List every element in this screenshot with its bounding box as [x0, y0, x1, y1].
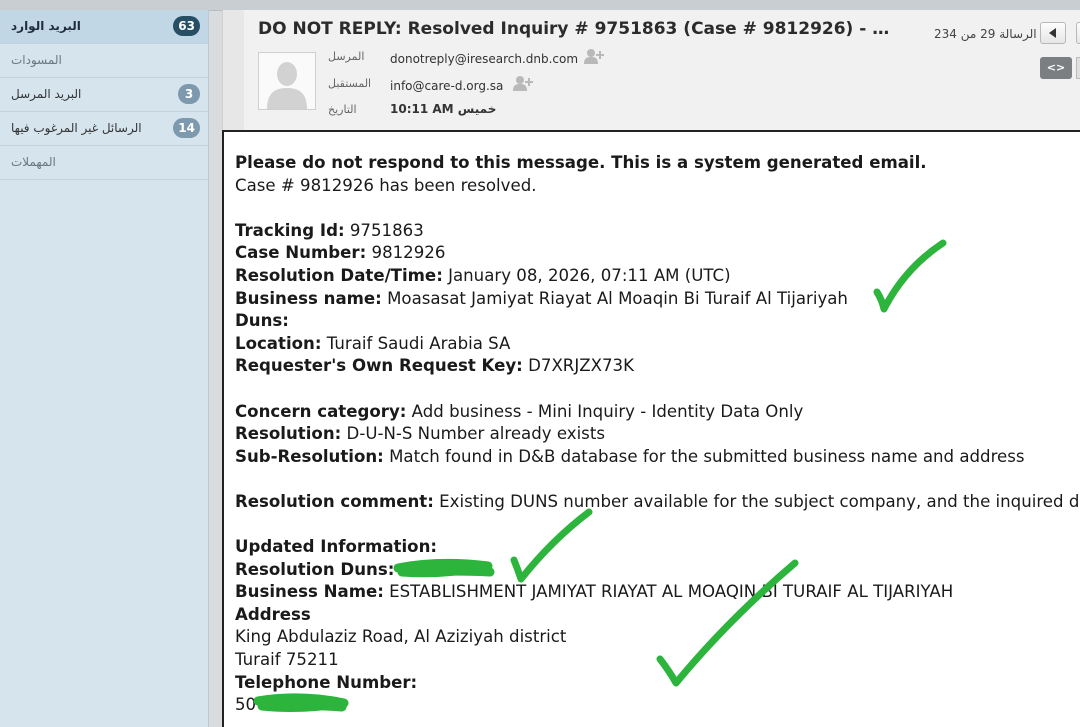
field-value: D-U-N-S Number already exists: [341, 424, 605, 444]
case-number-line: Case Number: 9812926: [235, 242, 1080, 265]
intro-line: Case # 9812926 has been resolved.: [235, 175, 537, 195]
concern-category-line: Concern category: Add business - Mini In…: [235, 401, 1080, 424]
resolution-date-line: Resolution Date/Time: January 08, 2026, …: [235, 265, 1080, 288]
field-label: Tracking Id:: [235, 220, 345, 240]
previous-message-button[interactable]: [1040, 22, 1066, 44]
folder-sent[interactable]: البريد المرسل 3: [0, 78, 208, 112]
toolbar-button-partial[interactable]: [1076, 57, 1080, 79]
address-heading: Address: [235, 604, 311, 624]
field-value: D7XRJZX73K: [522, 356, 634, 376]
folder-label: المهملات: [11, 155, 56, 169]
resolution-duns-line: Resolution Duns: 98: [235, 559, 1080, 582]
field-value: Turaif Saudi Arabia SA: [321, 333, 511, 353]
notice-heading: Please do not respond to this message. T…: [235, 153, 927, 172]
add-contact-icon[interactable]: [583, 48, 605, 64]
field-label: Location:: [235, 333, 322, 353]
resolution-line: Resolution: D-U-N-S Number already exist…: [235, 423, 1080, 446]
date-value: 10:11 AM خميس: [390, 102, 497, 116]
folder-sidebar: البريد الوارد 63 المسودات البريد المرسل …: [0, 10, 209, 727]
field-label: Resolution Duns:: [235, 559, 395, 579]
message-subject: DO NOT REPLY: Resolved Inquiry # 9751863…: [258, 19, 898, 39]
field-value: Add business - Mini Inquiry - Identity D…: [406, 401, 804, 421]
resolution-comment-line: Resolution comment: Existing DUNS number…: [235, 491, 1080, 514]
arrow-left-icon: [1049, 28, 1056, 38]
field-value: Moasasat Jamiyat Riayat Al Moaqin Bi Tur…: [381, 288, 848, 308]
folder-label: البريد الوارد: [11, 19, 81, 33]
field-value: ESTABLISHMENT JAMIYAT RIAYAT AL MOAQIN B…: [383, 582, 954, 602]
field-label: Resolution:: [235, 424, 342, 444]
field-label: Business name:: [235, 288, 382, 308]
request-key-line: Requester's Own Request Key: D7XRJZX73K: [235, 355, 1080, 378]
sub-resolution-line: Sub-Resolution: Match found in D&B datab…: [235, 446, 1080, 469]
folder-drafts[interactable]: المسودات: [0, 44, 208, 78]
field-label: Sub-Resolution:: [235, 446, 384, 466]
address-line-2: Turaif 75211: [235, 650, 339, 670]
folder-label: البريد المرسل: [11, 87, 82, 101]
count-badge: 3: [178, 84, 200, 104]
field-value: 98: [394, 559, 421, 579]
field-value: January 08, 2026, 07:11 AM (UTC): [442, 265, 731, 285]
add-contact-icon[interactable]: [512, 75, 534, 91]
person-icon: [259, 53, 315, 109]
duns-line: Duns:: [235, 310, 1080, 333]
field-label: Requester's Own Request Key:: [235, 356, 523, 376]
address-line-1: King Abdulaziz Road, Al Aziziyah distric…: [235, 627, 567, 647]
field-label: Case Number:: [235, 243, 367, 263]
count-badge: 14: [173, 118, 200, 138]
from-address[interactable]: donotreply@iresearch.dnb.com: [390, 52, 578, 66]
updated-business-name-line: Business Name: ESTABLISHMENT JAMIYAT RIA…: [235, 581, 1080, 604]
date-label: التاريخ: [328, 103, 357, 116]
folder-label: الرسائل غير المرغوب فيها: [11, 121, 142, 135]
field-label: Concern category:: [235, 401, 407, 421]
field-label: Business Name:: [235, 582, 384, 602]
field-label: Resolution comment:: [235, 491, 434, 511]
from-label: المرسل: [328, 50, 365, 63]
field-label: Resolution Date/Time:: [235, 265, 443, 285]
next-message-button[interactable]: [1076, 22, 1080, 44]
source-toggle-button[interactable]: <>: [1040, 57, 1072, 79]
telephone-value: 50: [235, 695, 257, 715]
message-header: DO NOT REPLY: Resolved Inquiry # 9751863…: [244, 10, 1080, 130]
tracking-line: Tracking Id: 9751863: [235, 220, 1080, 243]
field-value: Match found in D&B database for the subm…: [383, 446, 1025, 466]
telephone-heading: Telephone Number:: [235, 672, 418, 692]
message-content: Please do not respond to this message. T…: [235, 152, 1080, 717]
list-splitter[interactable]: [222, 10, 245, 130]
folder-junk[interactable]: الرسائل غير المرغوب فيها 14: [0, 112, 208, 146]
folder-inbox[interactable]: البريد الوارد 63: [0, 10, 208, 44]
field-value: 9812926: [366, 243, 446, 263]
field-label: Duns:: [235, 311, 289, 331]
to-label: المستقبل: [328, 77, 372, 90]
field-value: Existing DUNS number available for the s…: [433, 491, 1080, 511]
to-address[interactable]: info@care-d.org.sa: [390, 79, 503, 93]
field-value: 9751863: [344, 220, 424, 240]
business-name-line: Business name: Moasasat Jamiyat Riayat A…: [235, 288, 1080, 311]
folder-trash[interactable]: المهملات: [0, 146, 208, 180]
location-line: Location: Turaif Saudi Arabia SA: [235, 333, 1080, 356]
message-counter: الرسالة 29 من 234: [934, 27, 1037, 41]
message-body: Please do not respond to this message. T…: [222, 130, 1080, 727]
unread-count-badge: 63: [173, 16, 200, 36]
folder-label: المسودات: [11, 53, 62, 67]
sender-avatar: [258, 52, 316, 110]
updated-info-heading: Updated Information:: [235, 537, 438, 557]
